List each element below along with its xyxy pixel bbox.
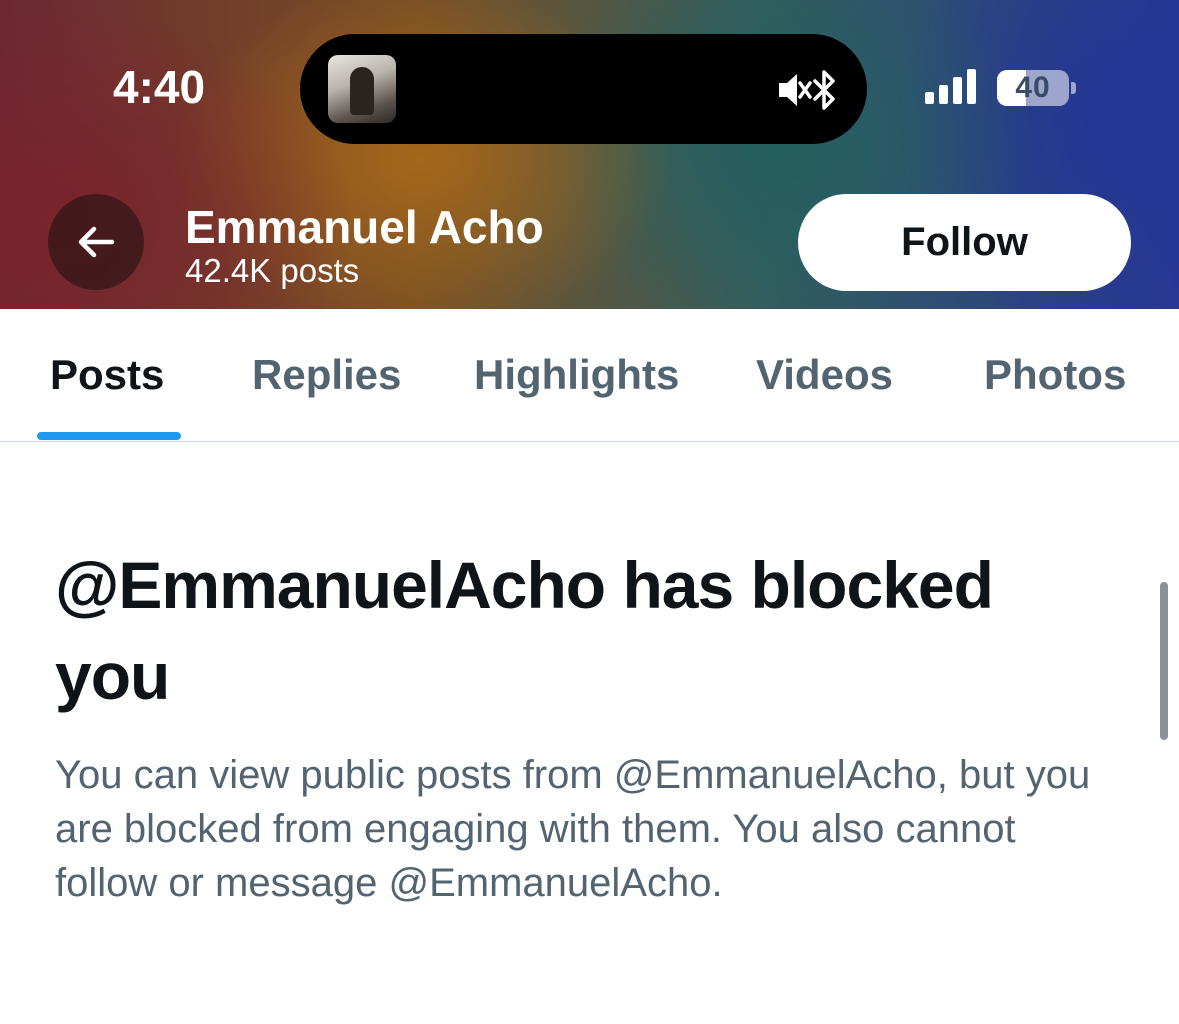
scrollbar[interactable] — [1160, 582, 1168, 740]
bluetooth-icon — [813, 70, 835, 110]
tab-posts[interactable]: Posts — [50, 351, 164, 399]
battery-tip — [1071, 82, 1076, 94]
cellular-signal-icon — [925, 69, 976, 104]
blocked-title: @EmmanuelAcho has blocked you — [55, 548, 994, 713]
back-arrow-icon — [78, 226, 115, 258]
battery-percentage: 40 — [1015, 71, 1051, 104]
blocked-description: You can view public posts from @Emmanuel… — [55, 753, 1091, 905]
speaker-muted-icon — [779, 74, 812, 106]
follow-button[interactable]: Follow — [798, 194, 1131, 291]
island-status-icons — [779, 70, 835, 110]
tab-videos[interactable]: Videos — [756, 351, 893, 399]
dynamic-island[interactable] — [300, 34, 867, 144]
tab-highlights[interactable]: Highlights — [474, 351, 679, 399]
post-count: 42.4K posts — [185, 252, 360, 289]
tab-photos[interactable]: Photos — [984, 351, 1126, 399]
tab-replies[interactable]: Replies — [252, 351, 401, 399]
battery-icon: 40 — [997, 70, 1069, 106]
profile-tabs: Posts Replies Highlights Videos Photos — [0, 309, 1179, 442]
album-art[interactable] — [328, 55, 396, 123]
status-time: 4:40 — [113, 61, 206, 113]
profile-name: Emmanuel Acho — [185, 201, 544, 253]
profile-header-banner: 4:40 40 Emmanuel Acho 42.4K posts Follow — [0, 0, 1179, 309]
active-tab-indicator — [37, 432, 181, 440]
back-button[interactable] — [48, 194, 144, 290]
